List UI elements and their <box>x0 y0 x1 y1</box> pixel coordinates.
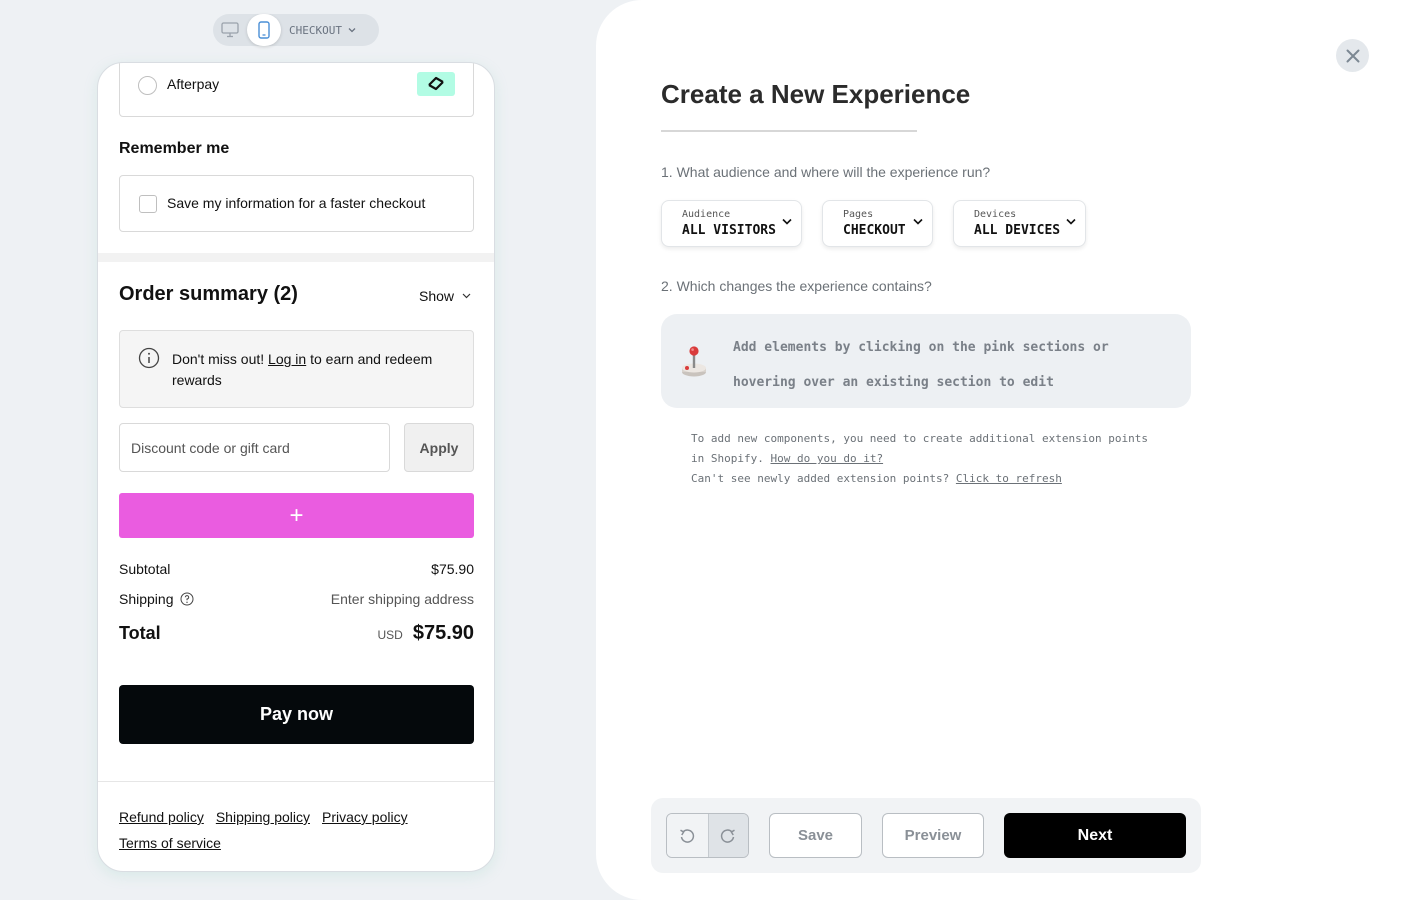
devices-dropdown-value: ALL DEVICES <box>974 223 1061 238</box>
changes-question: 2. Which changes the experience contains… <box>661 278 932 294</box>
remember-me-heading: Remember me <box>119 140 230 157</box>
next-button[interactable]: Next <box>1004 813 1186 858</box>
redo-icon <box>721 828 736 843</box>
pages-dropdown[interactable]: Pages CHECKOUT <box>822 200 933 247</box>
mobile-icon <box>258 21 270 39</box>
discount-code-input[interactable] <box>119 423 390 472</box>
undo-icon <box>680 828 695 843</box>
hint-text: Add elements by clicking on the pink sec… <box>733 340 1109 390</box>
pay-now-button[interactable]: Pay now <box>119 685 474 744</box>
total-currency: USD <box>377 628 403 642</box>
rewards-prefix: Don't miss out! <box>172 351 269 367</box>
chevron-down-icon <box>462 293 471 299</box>
chevron-down-icon <box>1066 218 1076 225</box>
note-line-2: Can't see newly added extension points? <box>691 472 956 485</box>
preview-button[interactable]: Preview <box>882 813 984 858</box>
undo-redo-group <box>666 813 749 858</box>
mobile-view-button[interactable] <box>247 14 281 46</box>
action-bar: Save Preview Next <box>651 798 1201 873</box>
chevron-down-icon <box>782 218 792 225</box>
extension-points-note: To add new components, you need to creat… <box>691 429 1161 489</box>
afterpay-radio[interactable] <box>138 76 157 95</box>
audience-dropdown[interactable]: Audience ALL VISITORS <box>661 200 802 247</box>
experience-panel: Create a New Experience 1. What audience… <box>596 0 1415 900</box>
page-selector-label: CHECKOUT <box>289 23 342 37</box>
undo-button[interactable] <box>667 814 708 857</box>
shipping-policy-link[interactable]: Shipping policy <box>216 809 310 825</box>
audience-dropdown-value: ALL VISITORS <box>682 223 776 238</box>
joystick-icon <box>682 346 706 377</box>
shipping-label: Shipping <box>119 591 174 607</box>
devices-dropdown-label: Devices <box>974 209 1017 220</box>
subtotal-value: $75.90 <box>431 561 474 577</box>
afterpay-label: Afterpay <box>167 76 220 92</box>
how-to-link[interactable]: How do you do it? <box>770 452 883 465</box>
chevron-down-icon <box>913 218 923 225</box>
add-section-button[interactable]: + <box>119 493 474 538</box>
redo-button[interactable] <box>707 814 748 857</box>
remember-me-label: Save my information for a faster checkou… <box>167 195 426 211</box>
order-summary-toggle-label: Show <box>419 288 455 304</box>
rewards-banner: Don't miss out! Log in to earn and redee… <box>119 330 474 408</box>
subtotal-row: Subtotal $75.90 <box>119 561 474 577</box>
audience-question: 1. What audience and where will the expe… <box>661 164 991 180</box>
total-amount: $75.90 <box>412 622 474 644</box>
close-icon <box>1346 49 1359 62</box>
login-link[interactable]: Log in <box>268 351 306 367</box>
rewards-message: Don't miss out! Log in to earn and redee… <box>172 349 457 391</box>
terms-of-service-link[interactable]: Terms of service <box>119 835 221 851</box>
subtotal-label: Subtotal <box>119 561 171 577</box>
afterpay-logo-icon <box>417 72 455 96</box>
chevron-down-icon <box>348 28 356 33</box>
audience-dropdown-label: Audience <box>682 209 731 220</box>
section-divider <box>98 253 494 262</box>
device-toggle: CHECKOUT <box>213 14 379 46</box>
privacy-policy-link[interactable]: Privacy policy <box>322 809 408 825</box>
total-row: Total USD $75.90 <box>119 622 474 645</box>
shipping-row: Shipping Enter shipping address <box>119 591 474 607</box>
page-selector[interactable]: CHECKOUT <box>289 24 356 37</box>
note-line-1: To add new components, you need to creat… <box>691 432 1148 465</box>
remember-me-checkbox[interactable] <box>139 195 157 213</box>
add-elements-hint: Add elements by clicking on the pink sec… <box>661 314 1191 408</box>
order-summary-title: Order summary (2) <box>119 283 298 305</box>
desktop-view-button[interactable] <box>213 14 247 46</box>
pages-dropdown-value: CHECKOUT <box>843 223 906 238</box>
footer-divider <box>98 781 494 782</box>
close-button[interactable] <box>1336 39 1369 72</box>
help-icon[interactable] <box>180 592 194 606</box>
shipping-value: Enter shipping address <box>330 591 474 607</box>
desktop-icon <box>221 22 239 38</box>
save-button[interactable]: Save <box>769 813 862 858</box>
order-summary-toggle[interactable]: Show <box>419 288 471 304</box>
page-title: Create a New Experience <box>661 79 971 109</box>
info-icon <box>138 347 160 369</box>
refund-policy-link[interactable]: Refund policy <box>119 809 204 825</box>
apply-discount-button[interactable]: Apply <box>404 423 474 472</box>
remember-me-option[interactable]: Save my information for a faster checkou… <box>119 175 474 232</box>
title-divider <box>661 130 917 132</box>
devices-dropdown[interactable]: Devices ALL DEVICES <box>953 200 1086 247</box>
refresh-link[interactable]: Click to refresh <box>956 472 1062 485</box>
policy-links: Refund policy Shipping policy Privacy poli… <box>119 804 459 856</box>
pages-dropdown-label: Pages <box>843 209 874 220</box>
afterpay-option[interactable]: Afterpay <box>119 63 474 117</box>
preview-area: CHECKOUT Afterpay Remember me Save my in… <box>0 0 596 900</box>
total-label: Total <box>119 623 161 643</box>
mobile-checkout-preview: Afterpay Remember me Save my information… <box>97 62 495 872</box>
